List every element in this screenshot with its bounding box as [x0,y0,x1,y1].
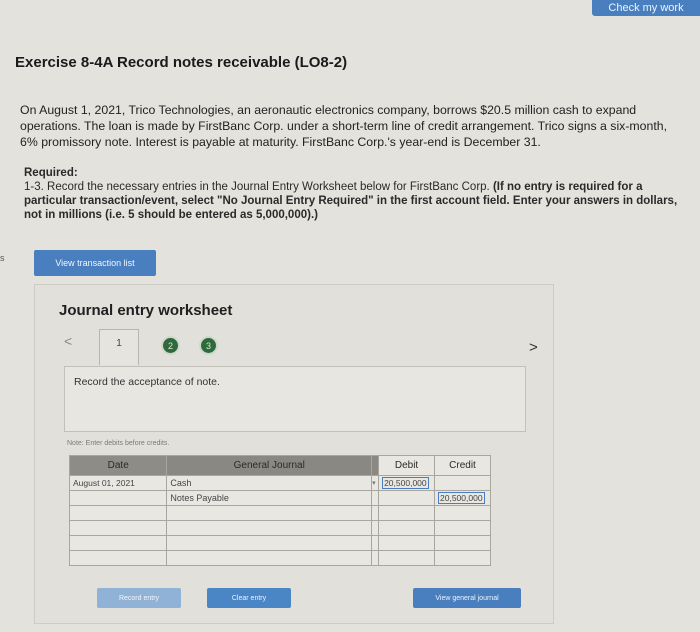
table-row [68,550,491,566]
table-row [68,520,491,536]
next-arrow-icon[interactable]: > [529,339,538,356]
account-cell[interactable] [166,550,373,566]
table-row [68,505,491,521]
account-dropdown-icon[interactable]: ▾ [371,475,380,491]
credit-cell[interactable] [434,550,491,566]
debit-cell[interactable] [378,490,436,506]
table-row: Notes Payable 20,500,000 [68,490,491,506]
journal-table: Date General Journal Debit Credit August… [68,455,491,566]
page-title: Exercise 8-4A Record notes receivable (L… [15,54,348,71]
check-my-work-button[interactable]: Check my work [592,0,700,16]
date-cell[interactable] [68,535,168,551]
general-journal-column-header: General Journal [166,455,373,476]
debit-cell[interactable] [378,535,436,551]
credit-cell[interactable] [434,520,491,536]
credit-cell[interactable] [434,505,491,521]
debit-input[interactable]: 20,500,000 [382,477,429,489]
account-cell[interactable] [166,505,373,521]
debit-cell[interactable] [378,520,436,536]
required-section: Required: 1-3. Record the necessary entr… [24,166,684,222]
worksheet-tab-1[interactable]: 1 [99,329,139,365]
record-entry-button[interactable]: Record entry [97,588,181,608]
journal-header-row: Date General Journal Debit Credit [68,455,491,476]
account-dropdown-spacer [371,520,380,536]
view-general-journal-button[interactable]: View general journal [413,588,521,608]
account-cell[interactable] [166,535,373,551]
problem-description: On August 1, 2021, Trico Technologies, a… [20,103,668,149]
account-dropdown-spacer [371,535,380,551]
dropdown-spacer [371,455,380,476]
table-row: August 01, 2021 Cash ▾ 20,500,000 [68,475,491,491]
date-cell[interactable]: August 01, 2021 [68,475,168,491]
view-transaction-list-button[interactable]: View transaction list [34,250,156,276]
date-cell[interactable] [68,550,168,566]
account-cell[interactable]: Notes Payable [166,490,373,506]
table-row [68,535,491,551]
account-cell[interactable] [166,520,373,536]
clear-entry-button[interactable]: Clear entry [207,588,291,608]
worksheet-tab-3[interactable]: 3 [201,338,216,353]
required-text: 1-3. Record the necessary entries in the… [24,181,490,193]
credit-cell[interactable] [434,535,491,551]
worksheet-tab-2[interactable]: 2 [163,338,178,353]
worksheet-title: Journal entry worksheet [59,302,233,319]
side-edge-label: s [0,253,5,263]
date-column-header: Date [68,455,168,476]
credit-cell[interactable] [434,475,491,491]
credit-input[interactable]: 20,500,000 [438,492,485,504]
credit-cell[interactable]: 20,500,000 [434,490,491,506]
required-instructions: 1-3. Record the necessary entries in the… [24,180,684,222]
date-cell[interactable] [68,490,168,506]
required-label: Required: [24,167,78,179]
account-dropdown-spacer [371,505,380,521]
account-dropdown-spacer [371,490,380,506]
debit-cell[interactable] [378,550,436,566]
transaction-description: Record the acceptance of note. [74,376,220,388]
debit-column-header: Debit [378,455,436,476]
debits-before-credits-note: Note: Enter debits before credits. [67,440,170,447]
debit-cell[interactable]: 20,500,000 [378,475,436,491]
prev-arrow-icon[interactable]: < [64,333,72,349]
date-cell[interactable] [68,520,168,536]
credit-column-header: Credit [434,455,491,476]
account-cell[interactable]: Cash [166,475,373,491]
account-dropdown-spacer [371,550,380,566]
debit-cell[interactable] [378,505,436,521]
date-cell[interactable] [68,505,168,521]
